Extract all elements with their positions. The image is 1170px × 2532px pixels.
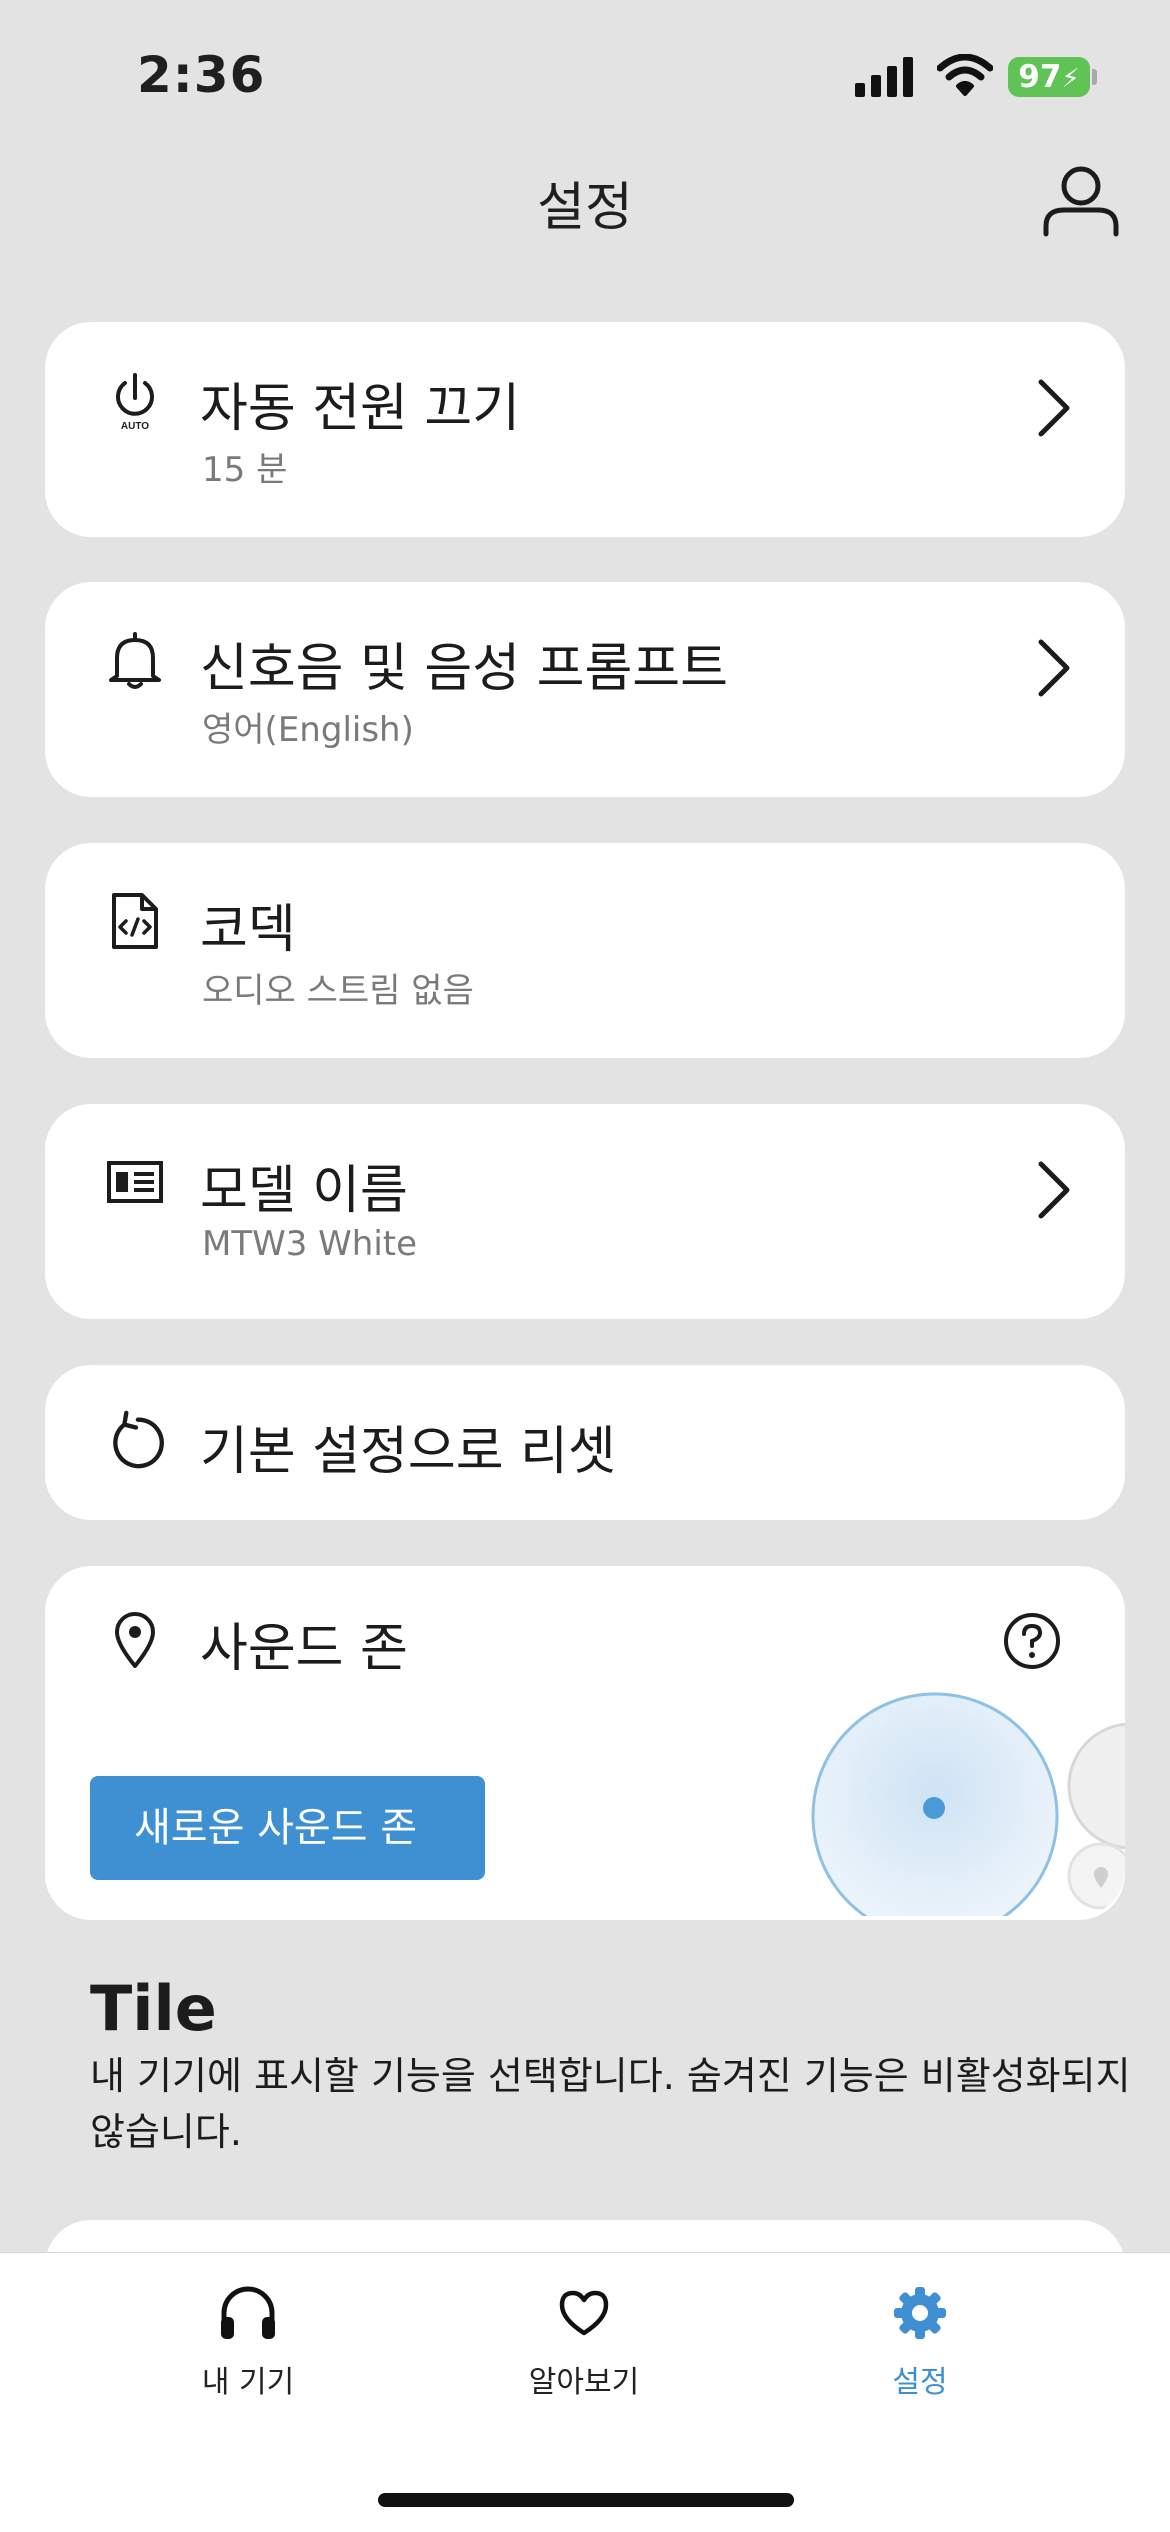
row-title: 모델 이름 xyxy=(200,1161,408,1221)
bottom-tab-bar: 내 기기 알아보기 설정 xyxy=(0,2252,1170,2532)
charging-bolt-icon: ⚡ xyxy=(1061,64,1080,94)
chevron-right-icon xyxy=(1038,379,1070,437)
status-bar: 2:36 97⚡ xyxy=(0,0,1170,150)
heart-icon xyxy=(559,2290,609,2336)
power-auto-icon: AUTO xyxy=(105,370,165,430)
chevron-right-icon xyxy=(1038,1161,1070,1219)
location-pin-icon xyxy=(105,1610,165,1670)
tab-my-devices[interactable]: 내 기기 xyxy=(138,2283,358,2401)
tab-settings[interactable]: 설정 xyxy=(810,2283,1030,2401)
sound-zone-card: 사운드 존 새로운 사운드 존 xyxy=(45,1566,1125,1920)
home-indicator[interactable] xyxy=(378,2493,794,2507)
row-subtitle: 15 분 xyxy=(202,450,288,490)
wifi-icon xyxy=(937,54,993,96)
page-title: 설정 xyxy=(537,178,633,238)
new-sound-zone-button[interactable]: 새로운 사운드 존 xyxy=(90,1776,485,1880)
voice-prompts-row[interactable]: 신호음 및 음성 프롬프트 영어(English) xyxy=(45,582,1125,797)
id-card-icon xyxy=(105,1152,165,1212)
profile-icon[interactable] xyxy=(1040,160,1122,242)
cellular-signal-icon xyxy=(855,57,913,97)
reset-row[interactable]: 기본 설정으로 리셋 xyxy=(45,1365,1125,1520)
row-title: 코덱 xyxy=(200,900,296,960)
bell-icon xyxy=(105,630,165,690)
code-file-icon xyxy=(105,891,165,951)
row-title: 자동 전원 끄기 xyxy=(200,379,521,439)
tab-discover[interactable]: 알아보기 xyxy=(474,2283,694,2401)
row-subtitle: 영어(English) xyxy=(202,710,414,750)
model-name-row[interactable]: 모델 이름 MTW3 White xyxy=(45,1104,1125,1319)
battery-tip xyxy=(1092,69,1097,85)
row-title: 기본 설정으로 리셋 xyxy=(200,1422,616,1482)
row-title: 신호음 및 음성 프롬프트 xyxy=(200,639,728,699)
sound-zone-map-graphic xyxy=(811,1692,1125,1916)
battery-level: 97 xyxy=(1018,59,1062,95)
chevron-right-icon xyxy=(1038,639,1070,697)
reset-icon xyxy=(105,1410,165,1471)
gear-icon xyxy=(894,2287,946,2339)
tab-label: 내 기기 xyxy=(201,2365,295,2400)
row-subtitle: MTW3 White xyxy=(202,1224,418,1264)
tile-description: 내 기기에 표시할 기능을 선택합니다. 숨겨진 기능은 비활성화되지 않습니다… xyxy=(90,2054,1131,2154)
sound-zone-title: 사운드 존 xyxy=(200,1619,408,1679)
tile-title: Tile xyxy=(90,1972,217,2045)
help-icon[interactable] xyxy=(1003,1612,1061,1670)
battery-indicator: 97⚡ xyxy=(1008,57,1090,97)
tab-label: 알아보기 xyxy=(528,2365,640,2400)
status-time: 2:36 xyxy=(137,46,266,104)
codec-row: 코덱 오디오 스트림 없음 xyxy=(45,843,1125,1058)
auto-caption: AUTO xyxy=(121,421,149,430)
auto-off-row[interactable]: AUTO 자동 전원 끄기 15 분 xyxy=(45,322,1125,537)
row-subtitle: 오디오 스트림 없음 xyxy=(202,971,474,1011)
tab-label: 설정 xyxy=(892,2365,948,2400)
headphones-icon xyxy=(221,2286,275,2339)
